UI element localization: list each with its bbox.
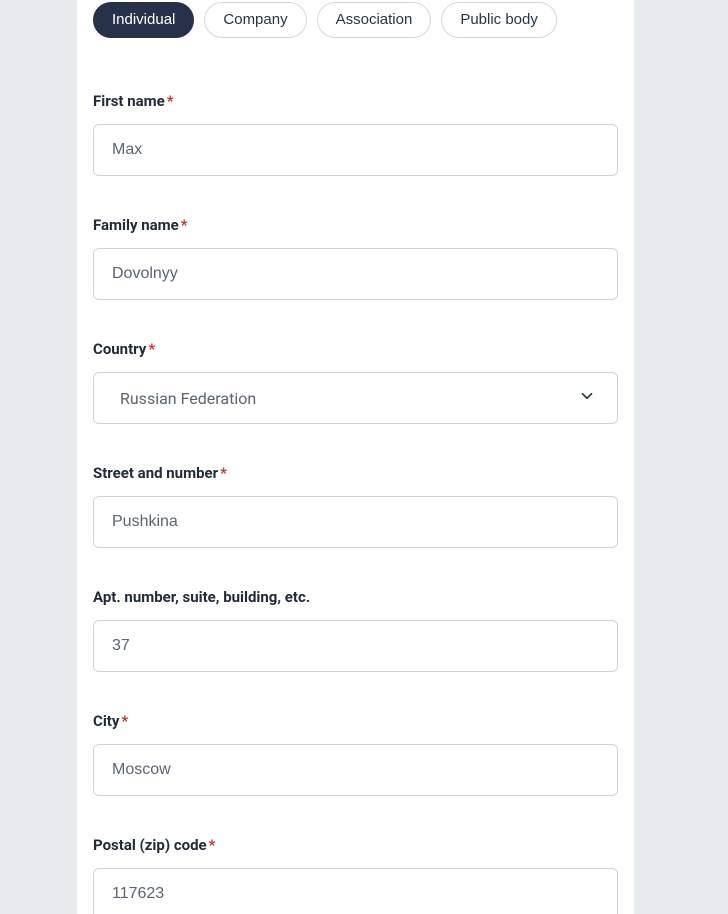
field-first-name: First name* xyxy=(93,92,618,176)
street-input[interactable] xyxy=(93,496,618,548)
field-country: Country* Russian Federation xyxy=(93,340,618,424)
tab-company[interactable]: Company xyxy=(204,2,306,38)
apt-label: Apt. number, suite, building, etc. xyxy=(93,588,618,606)
apt-input[interactable] xyxy=(93,620,618,672)
tab-public-body[interactable]: Public body xyxy=(441,2,557,38)
tab-association[interactable]: Association xyxy=(317,2,432,38)
required-asterisk: * xyxy=(220,464,227,482)
field-postal: Postal (zip) code* xyxy=(93,836,618,914)
city-label-text: City xyxy=(93,712,119,730)
country-label-text: Country xyxy=(93,340,146,358)
postal-label-text: Postal (zip) code xyxy=(93,836,207,854)
required-asterisk: * xyxy=(167,92,174,110)
postal-input[interactable] xyxy=(93,868,618,914)
country-select-wrap: Russian Federation xyxy=(93,372,618,424)
postal-label: Postal (zip) code* xyxy=(93,836,618,854)
street-label-text: Street and number xyxy=(93,464,218,482)
first-name-label-text: First name xyxy=(93,92,165,110)
field-apt: Apt. number, suite, building, etc. xyxy=(93,588,618,672)
street-label: Street and number* xyxy=(93,464,618,482)
family-name-input[interactable] xyxy=(93,248,618,300)
city-label: City* xyxy=(93,712,618,730)
required-asterisk: * xyxy=(121,712,128,730)
field-street: Street and number* xyxy=(93,464,618,548)
field-family-name: Family name* xyxy=(93,216,618,300)
apt-label-text: Apt. number, suite, building, etc. xyxy=(93,588,310,606)
family-name-label-text: Family name xyxy=(93,216,179,234)
form-card: Individual Company Association Public bo… xyxy=(77,0,634,914)
required-asterisk: * xyxy=(148,340,155,358)
first-name-label: First name* xyxy=(93,92,618,110)
family-name-label: Family name* xyxy=(93,216,618,234)
country-label: Country* xyxy=(93,340,618,358)
field-city: City* xyxy=(93,712,618,796)
tab-individual[interactable]: Individual xyxy=(93,2,194,38)
first-name-input[interactable] xyxy=(93,124,618,176)
country-selected-value: Russian Federation xyxy=(120,389,256,408)
city-input[interactable] xyxy=(93,744,618,796)
country-select[interactable]: Russian Federation xyxy=(93,372,618,424)
entity-type-tabs: Individual Company Association Public bo… xyxy=(93,2,618,38)
required-asterisk: * xyxy=(209,836,216,854)
required-asterisk: * xyxy=(181,216,188,234)
